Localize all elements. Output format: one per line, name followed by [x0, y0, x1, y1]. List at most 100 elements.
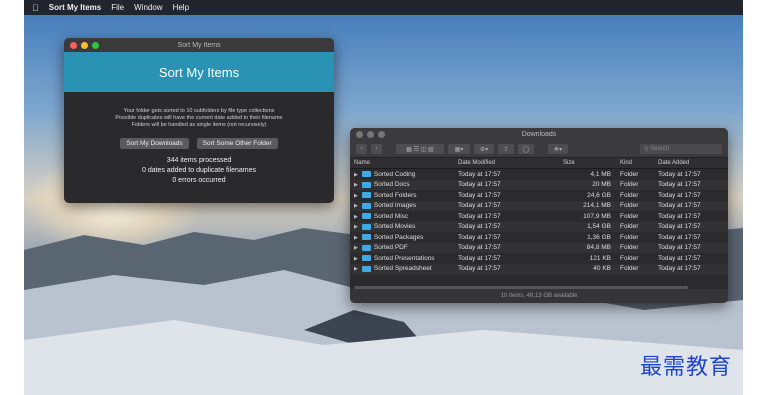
file-list: ▶ Sorted Coding Today at 17:57 4,1 MB Folder…	[350, 169, 728, 274]
gear-icon[interactable]: ⚙▾	[474, 144, 494, 154]
disclosure-triangle-icon[interactable]: ▶	[354, 214, 358, 220]
size-cell: 1,54 GB	[587, 223, 611, 231]
file-name-cell: ▶ Sorted PDF	[350, 244, 458, 251]
file-name-cell: ▶ Sorted Movies	[350, 223, 458, 230]
date-added-cell: Today at 17:57	[658, 223, 701, 231]
date-added-cell: Today at 17:57	[658, 181, 701, 189]
table-row[interactable]: ▶ Sorted Packages Today at 17:57 1,36 GB Fol…	[350, 232, 728, 243]
folder-icon	[361, 265, 371, 272]
folder-icon	[361, 234, 371, 241]
disclosure-triangle-icon[interactable]: ▶	[354, 256, 358, 262]
table-row[interactable]: ▶ Sorted Presentations Today at 17:57 121 K…	[350, 253, 728, 264]
date-added-cell: Today at 17:57	[658, 233, 701, 241]
results: 344 items processed 0 dates added to dup…	[64, 156, 334, 186]
size-cell: 4,1 MB	[590, 170, 611, 178]
file-name: Sorted Spreadsheet	[373, 265, 432, 273]
dropbox-icon[interactable]: ❖▾	[548, 144, 568, 154]
search-input[interactable]: ⚲ Search	[640, 144, 722, 154]
date-added-cell: Today at 17:57	[658, 170, 701, 178]
kind-cell: Folder	[620, 170, 639, 178]
kind-cell: Folder	[620, 223, 639, 231]
column-name[interactable]: Name	[350, 160, 458, 166]
file-name-cell: ▶ Sorted Docs	[350, 181, 458, 188]
date-added-cell: Today at 17:57	[658, 202, 701, 210]
status-bar: 10 items, 48,13 GB available	[350, 289, 728, 303]
window-title: Sort My Items	[177, 41, 221, 49]
apple-icon[interactable]: 	[32, 3, 39, 13]
forward-icon[interactable]: ›	[371, 144, 382, 154]
arrange-icon[interactable]: ▦▾	[448, 144, 470, 154]
table-row[interactable]: ▶ Sorted Spreadsheet Today at 17:57 40 KB Fo…	[350, 263, 728, 274]
folder-icon	[361, 223, 371, 230]
folder-icon	[361, 213, 371, 220]
folder-icon	[361, 202, 371, 209]
kind-cell: Folder	[620, 254, 639, 262]
desktop:  Sort My Items File Window Help Sort My…	[24, 0, 743, 395]
table-row[interactable]: ▶ Sorted Movies Today at 17:57 1,54 GB Folde…	[350, 221, 728, 232]
finder-title: Downloads	[521, 131, 557, 138]
size-cell: 24,6 GB	[587, 191, 611, 199]
items-processed: 344 items processed	[166, 157, 232, 164]
date-added-cell: Today at 17:57	[658, 254, 701, 262]
description: Your folder gets sorted to 10 subfolders…	[64, 108, 334, 129]
table-row[interactable]: ▶ Sorted PDF Today at 17:57 84,8 MB Folder To…	[350, 242, 728, 253]
disclosure-triangle-icon[interactable]: ▶	[354, 235, 358, 241]
size-cell: 107,9 MB	[583, 212, 611, 220]
file-name-cell: ▶ Sorted Spreadsheet	[350, 265, 458, 272]
menu-window[interactable]: Window	[134, 3, 162, 12]
column-kind[interactable]: Kind	[616, 160, 654, 166]
column-date-modified[interactable]: Date Modified	[458, 160, 563, 166]
view-mode-icon[interactable]: ▦ ☰ ◫ ▤	[396, 144, 444, 154]
table-row[interactable]: ▶ Sorted Images Today at 17:57 214,1 MB Fold…	[350, 200, 728, 211]
finder-window: Downloads ‹ › ▦ ☰ ◫ ▤ ▦▾ ⚙▾ ⇧ ◯ ❖▾ ⚲ Sea…	[350, 128, 728, 303]
disclosure-triangle-icon[interactable]: ▶	[354, 203, 358, 209]
app-banner: Sort My Items	[64, 52, 334, 92]
disclosure-triangle-icon[interactable]: ▶	[354, 224, 358, 230]
disclosure-triangle-icon[interactable]: ▶	[354, 182, 358, 188]
folder-icon	[361, 255, 371, 262]
table-row[interactable]: ▶ Sorted Folders Today at 17:57 24,6 GB Fold…	[350, 190, 728, 201]
column-date-added[interactable]: Date Added	[654, 160, 718, 166]
disclosure-triangle-icon[interactable]: ▶	[354, 172, 358, 178]
disclosure-triangle-icon[interactable]: ▶	[354, 193, 358, 199]
kind-cell: Folder	[620, 244, 639, 252]
kind-cell: Folder	[620, 265, 639, 273]
date-added-cell: Today at 17:57	[658, 191, 701, 199]
kind-cell: Folder	[620, 191, 639, 199]
disclosure-triangle-icon[interactable]: ▶	[354, 266, 358, 272]
size-cell: 40 KB	[593, 265, 611, 273]
tag-icon[interactable]: ◯	[518, 144, 534, 154]
column-size[interactable]: Size	[563, 160, 616, 166]
file-name: Sorted Folders	[373, 191, 417, 199]
disclosure-triangle-icon[interactable]: ▶	[354, 245, 358, 251]
table-row[interactable]: ▶ Sorted Misc Today at 17:57 107,9 MB Folder…	[350, 211, 728, 222]
column-header: Name Date Modified Size Kind Date Added	[350, 158, 728, 169]
menu-help[interactable]: Help	[173, 3, 189, 12]
date-modified-cell: Today at 17:57	[458, 254, 501, 262]
size-cell: 20 MB	[592, 181, 611, 189]
sort-my-items-window: Sort My Items Sort My Items Your folder …	[64, 38, 334, 203]
button-row: Sort My Downloads Sort Some Other Folder	[64, 138, 334, 149]
window-titlebar: Sort My Items	[64, 38, 334, 52]
back-icon[interactable]: ‹	[356, 144, 367, 154]
table-row[interactable]: ▶ Sorted Docs Today at 17:57 20 MB Folder Tod…	[350, 179, 728, 190]
kind-cell: Folder	[620, 202, 639, 210]
file-name: Sorted Misc	[373, 212, 409, 220]
sort-other-folder-button[interactable]: Sort Some Other Folder	[196, 138, 278, 149]
file-name: Sorted PDF	[373, 244, 408, 252]
description-line: Folders will be handled as single items …	[131, 122, 267, 128]
finder-toolbar: ‹ › ▦ ☰ ◫ ▤ ▦▾ ⚙▾ ⇧ ◯ ❖▾ ⚲ Search	[350, 141, 728, 158]
folder-icon	[361, 181, 371, 188]
sort-downloads-button[interactable]: Sort My Downloads	[120, 138, 189, 149]
menu-app-name[interactable]: Sort My Items	[49, 3, 101, 12]
folder-icon	[361, 244, 371, 251]
description-line: Your folder gets sorted to 10 subfolders…	[123, 108, 275, 114]
finder-titlebar: Downloads	[350, 128, 728, 141]
date-modified-cell: Today at 17:57	[458, 212, 501, 220]
folder-icon	[361, 192, 371, 199]
share-icon[interactable]: ⇧	[498, 144, 514, 154]
dates-added: 0 dates added to duplicate filenames	[141, 167, 257, 174]
table-row[interactable]: ▶ Sorted Coding Today at 17:57 4,1 MB Folder…	[350, 169, 728, 180]
errors-occurred: 0 errors occurred	[172, 177, 226, 184]
menu-file[interactable]: File	[111, 3, 124, 12]
